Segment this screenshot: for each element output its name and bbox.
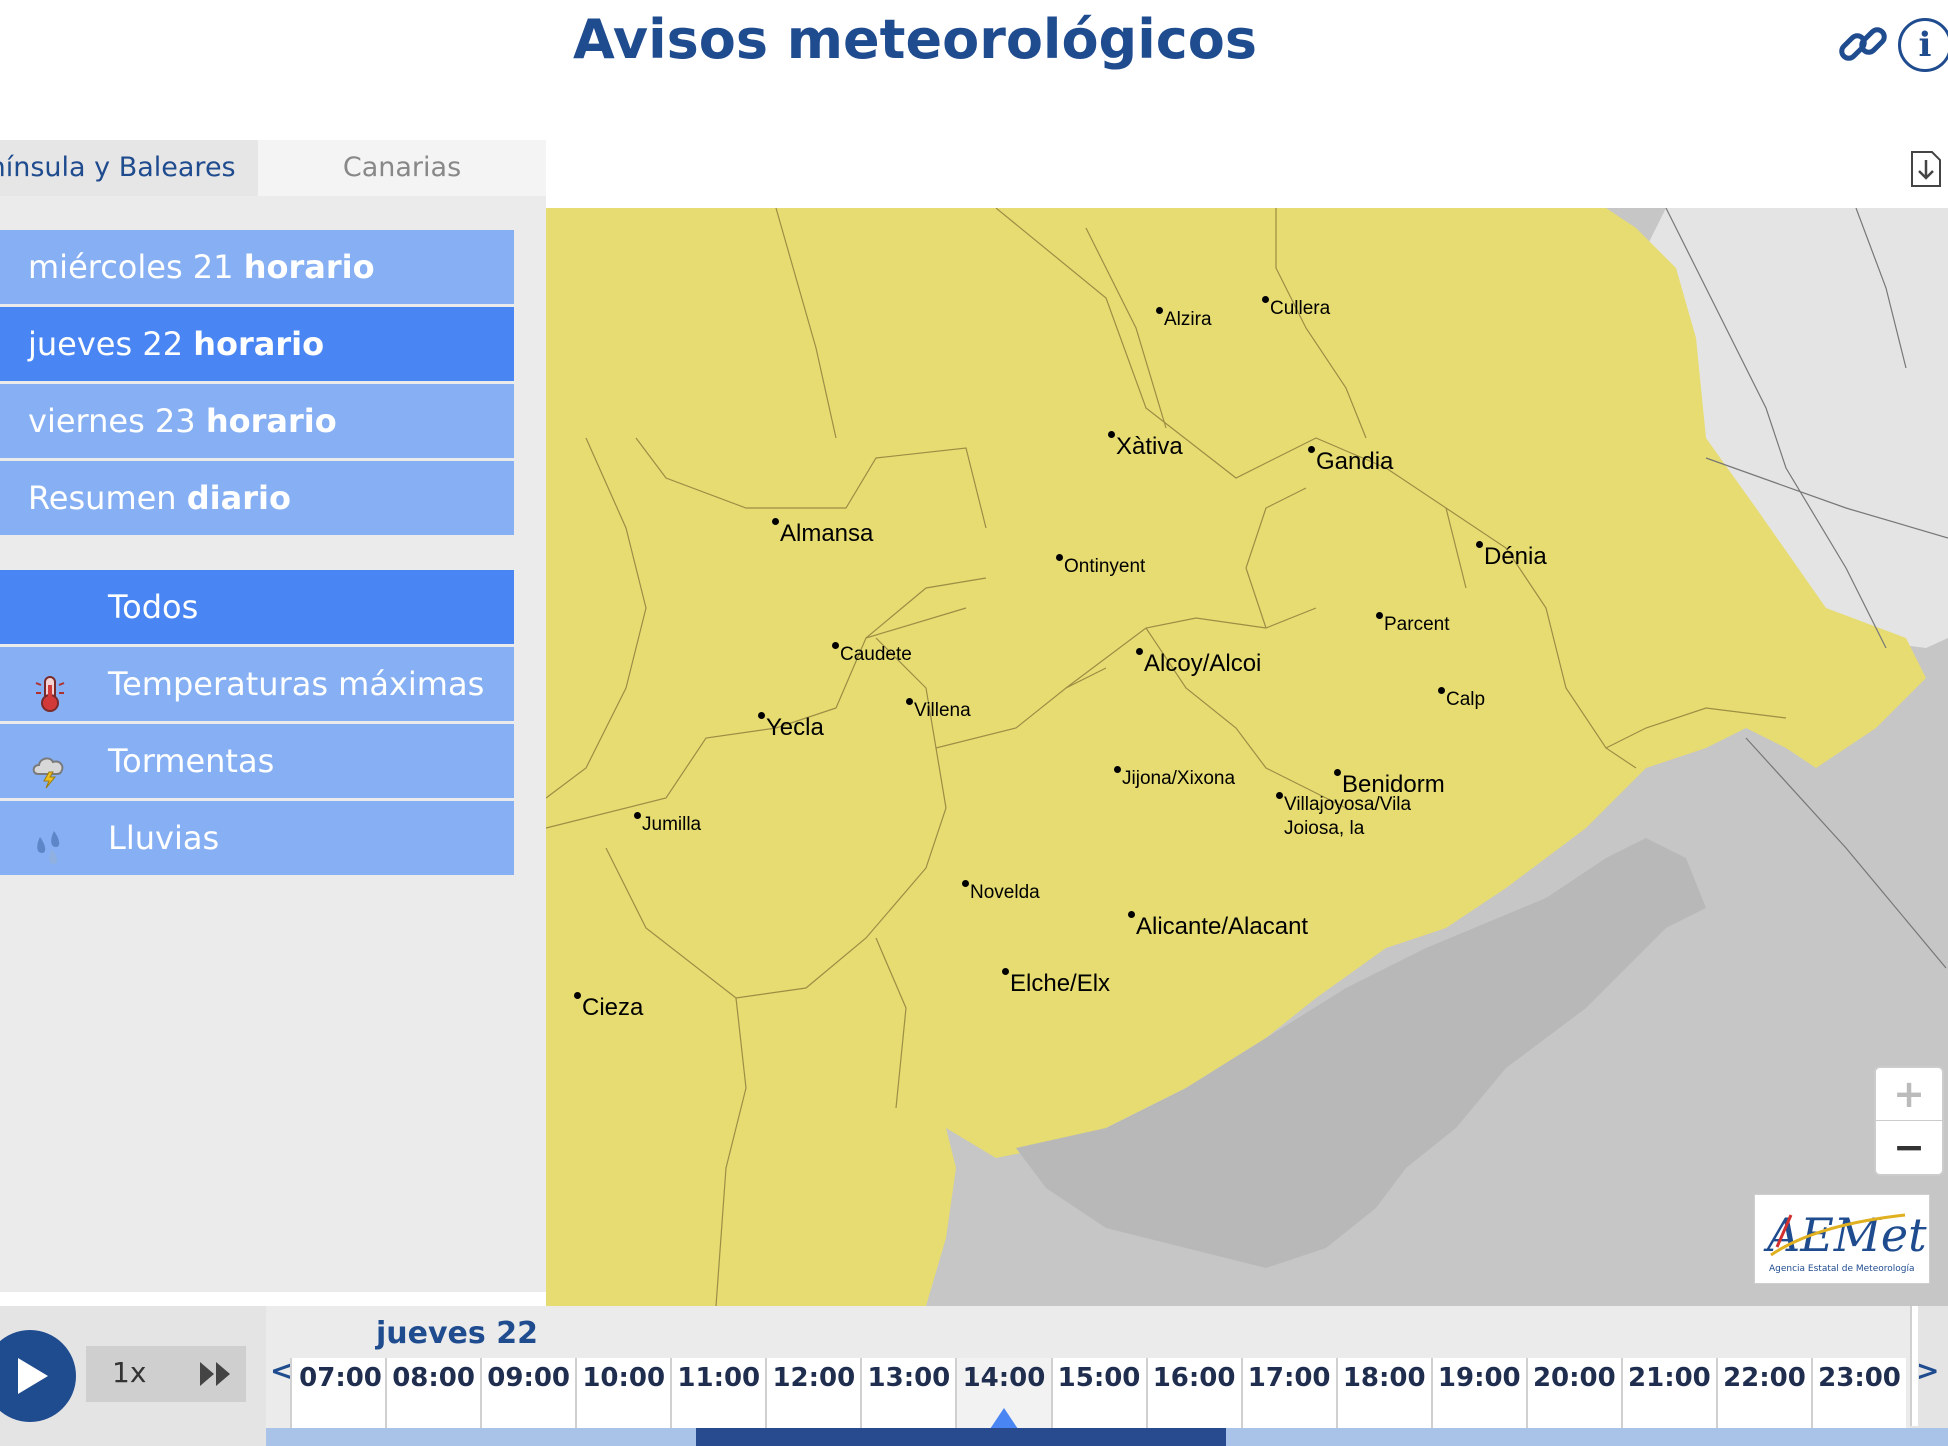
- tab-peninsula-baleares[interactable]: enínsula y Baleares: [0, 140, 258, 196]
- timeline-scrollbar[interactable]: [266, 1428, 1948, 1446]
- hour-cell[interactable]: 22:00: [1715, 1358, 1811, 1432]
- speed-control[interactable]: 1x: [86, 1346, 246, 1402]
- page: Avisos meteorológicos i enínsula y Balea…: [0, 0, 1948, 1446]
- filter-lluvias[interactable]: Lluvias: [0, 801, 514, 875]
- page-title: Avisos meteorológicos: [573, 8, 1257, 71]
- hour-cell[interactable]: 17:00: [1240, 1358, 1336, 1432]
- zoom-control: + −: [1874, 1066, 1944, 1176]
- storm-icon: [30, 742, 70, 789]
- zoom-in-button[interactable]: +: [1876, 1068, 1942, 1121]
- hour-label: 14:00: [962, 1363, 1046, 1393]
- sidebar: miércoles 21 horario jueves 22 horario v…: [0, 196, 546, 1292]
- day-menu-resumen-diario[interactable]: Resumen diario: [0, 461, 514, 535]
- aemet-logo: AEMet Agencia Estatal de Meteorología: [1754, 1194, 1930, 1284]
- hour-list: 07:00 08:00 09:00 10:00 11:00 12:00 13:0…: [290, 1358, 1906, 1432]
- filter-label: Todos: [108, 588, 199, 626]
- hour-cell[interactable]: 23:00: [1811, 1358, 1906, 1432]
- timeline-bar: 1x jueves 22 < 07:00 08:00 09:00 10:00 1…: [0, 1306, 1948, 1446]
- hour-cell[interactable]: 10:00: [575, 1358, 670, 1432]
- filter-todos[interactable]: Todos: [0, 570, 514, 644]
- filter-tormentas[interactable]: Tormentas: [0, 724, 514, 798]
- timeline-next-button[interactable]: >: [1916, 1354, 1939, 1387]
- fast-forward-icon[interactable]: [198, 1360, 232, 1388]
- day-label: jueves 22: [28, 325, 184, 363]
- hour-cell[interactable]: 16:00: [1145, 1358, 1241, 1432]
- timeline-edge: [1910, 1306, 1918, 1426]
- hour-cell[interactable]: 13:00: [860, 1358, 955, 1432]
- hour-cell[interactable]: 09:00: [480, 1358, 575, 1432]
- tab-canarias[interactable]: Canarias: [258, 140, 546, 196]
- warning-map[interactable]: Alzira Cullera Xàtiva Gandia Almansa Ont…: [546, 208, 1948, 1306]
- logo-subtext: Agencia Estatal de Meteorología: [1769, 1264, 1915, 1274]
- hour-cell[interactable]: 19:00: [1430, 1358, 1526, 1432]
- timeline-day-label: jueves 22: [376, 1316, 538, 1351]
- hour-cell[interactable]: 21:00: [1620, 1358, 1716, 1432]
- hour-cell[interactable]: 15:00: [1050, 1358, 1146, 1432]
- link-icon[interactable]: [1836, 18, 1890, 72]
- zoom-out-button[interactable]: −: [1876, 1121, 1942, 1174]
- filter-temperaturas-maximas[interactable]: Temperaturas máximas: [0, 647, 514, 721]
- hour-cell[interactable]: 20:00: [1525, 1358, 1621, 1432]
- info-icon[interactable]: i: [1898, 18, 1948, 72]
- day-label: miércoles 21: [28, 248, 234, 286]
- hour-cell[interactable]: 11:00: [670, 1358, 765, 1432]
- speed-label: 1x: [112, 1356, 147, 1389]
- hour-cell[interactable]: 08:00: [385, 1358, 480, 1432]
- filter-label: Temperaturas máximas: [108, 665, 485, 703]
- day-label: viernes 23: [28, 402, 196, 440]
- filter-label: Tormentas: [108, 742, 275, 780]
- day-label: Resumen: [28, 479, 177, 517]
- mode-label: horario: [243, 248, 375, 286]
- day-menu-viernes-23[interactable]: viernes 23 horario: [0, 384, 514, 458]
- play-button[interactable]: [0, 1330, 78, 1422]
- thermometer-icon: [30, 665, 70, 712]
- hour-cell[interactable]: 07:00: [290, 1358, 385, 1432]
- mode-label: diario: [186, 479, 291, 517]
- day-menu-miercoles-21[interactable]: miércoles 21 horario: [0, 230, 514, 304]
- rain-icon: [30, 819, 70, 864]
- hour-cell[interactable]: 18:00: [1335, 1358, 1431, 1432]
- hour-cell-selected[interactable]: 14:00: [955, 1358, 1051, 1432]
- hour-cell[interactable]: 12:00: [765, 1358, 860, 1432]
- filter-label: Lluvias: [108, 819, 220, 857]
- mode-label: horario: [205, 402, 337, 440]
- day-menu-jueves-22[interactable]: jueves 22 horario: [0, 307, 514, 381]
- timeline-scroll-thumb[interactable]: [696, 1428, 1226, 1446]
- mode-label: horario: [193, 325, 325, 363]
- download-icon[interactable]: [1910, 150, 1942, 188]
